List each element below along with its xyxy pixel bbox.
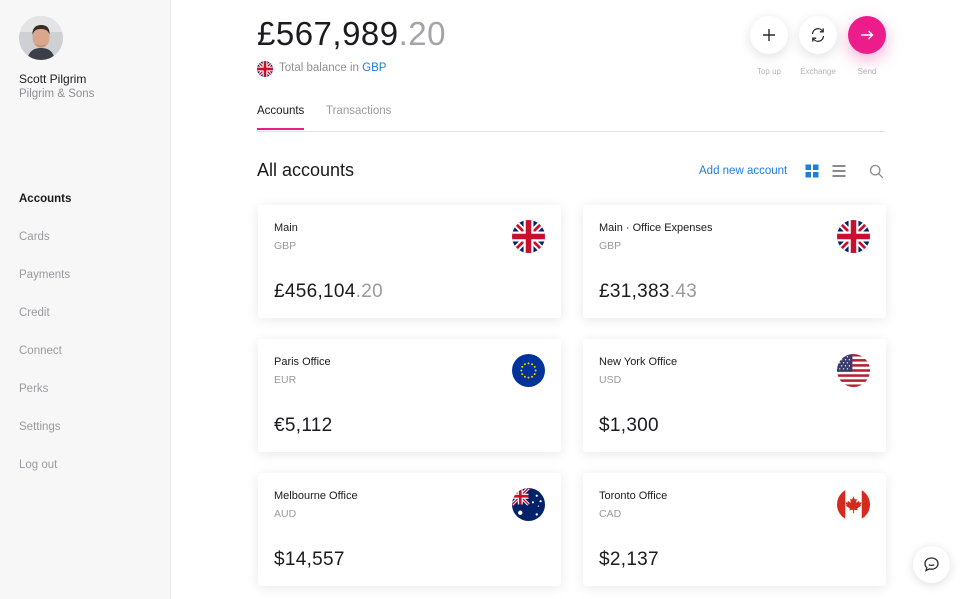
account-card-office-expenses[interactable]: Main · Office Expenses GBP £31,383.43: [583, 205, 886, 318]
us-flag-icon: [837, 354, 870, 387]
sidebar-item-perks[interactable]: Perks: [19, 382, 71, 420]
balance-label: Total balance in GBP: [279, 62, 386, 74]
user-company: Pilgrim & Sons: [19, 88, 95, 100]
tab-bar: Accounts Transactions: [257, 105, 885, 132]
section-title: All accounts: [257, 160, 355, 180]
user-name: Scott Pilgrim: [19, 72, 87, 86]
uk-flag-icon: [837, 220, 870, 253]
account-amount-decimal: .20: [355, 281, 383, 302]
sidebar-item-payments[interactable]: Payments: [19, 268, 71, 306]
total-balance: £567,989.20: [257, 15, 446, 53]
account-name: Main · Office Expenses: [599, 222, 713, 234]
balance-currency-link[interactable]: GBP: [362, 62, 386, 74]
account-card-main[interactable]: Main GBP £456,104.20: [258, 205, 561, 318]
chat-button[interactable]: [913, 546, 950, 583]
account-card-new-york[interactable]: New York Office USD $1,300: [583, 339, 886, 452]
arrow-right-icon: [861, 30, 874, 40]
ca-flag-icon: [837, 488, 870, 521]
top-up-button[interactable]: [750, 16, 788, 54]
account-name: Melbourne Office: [274, 490, 358, 502]
account-name: Toronto Office: [599, 490, 668, 502]
sidebar-item-credit[interactable]: Credit: [19, 306, 71, 344]
balance-label-text: Total balance in: [279, 62, 359, 74]
chat-bubble-icon: [924, 557, 939, 572]
search-icon: [869, 164, 884, 179]
sidebar-item-settings[interactable]: Settings: [19, 420, 71, 458]
account-amount: $2,137: [599, 549, 659, 571]
send-label: Send: [857, 67, 877, 76]
list-icon: [832, 165, 846, 177]
account-amount-main: £31,383: [599, 281, 670, 302]
account-card-toronto[interactable]: Toronto Office CAD $2,137: [583, 473, 886, 586]
account-name: Main: [274, 222, 298, 234]
grid-view-button[interactable]: [805, 164, 821, 180]
balance-decimal: .20: [398, 15, 447, 52]
account-currency: GBP: [599, 240, 622, 252]
account-name: Paris Office: [274, 356, 331, 368]
account-card-paris[interactable]: Paris Office EUR €5,112: [258, 339, 561, 452]
account-currency: EUR: [274, 374, 297, 386]
au-flag-icon: [512, 488, 545, 521]
grid-icon: [805, 164, 819, 178]
account-amount: $14,557: [274, 549, 345, 571]
sidebar-item-cards[interactable]: Cards: [19, 230, 71, 268]
tab-transactions[interactable]: Transactions: [326, 105, 391, 128]
account-currency: AUD: [274, 508, 297, 520]
account-amount: £31,383.43: [599, 281, 697, 303]
sidebar: Scott Pilgrim Pilgrim & Sons Accounts Ca…: [0, 0, 171, 599]
avatar[interactable]: [19, 16, 63, 60]
sidebar-nav: Accounts Cards Payments Credit Connect P…: [19, 192, 71, 496]
account-currency: USD: [599, 374, 622, 386]
eu-flag-icon: [512, 354, 545, 387]
account-amount-decimal: .43: [669, 281, 698, 302]
sidebar-item-accounts[interactable]: Accounts: [19, 192, 71, 230]
tab-accounts[interactable]: Accounts: [257, 105, 305, 130]
uk-flag-icon: [512, 220, 545, 253]
account-amount-main: £456,104: [274, 281, 356, 302]
account-amount: $1,300: [599, 415, 659, 437]
list-view-button[interactable]: [832, 164, 848, 180]
sidebar-item-logout[interactable]: Log out: [19, 458, 71, 496]
balance-main: £567,989: [257, 15, 399, 52]
send-button[interactable]: [848, 16, 886, 54]
refresh-icon: [811, 28, 825, 42]
account-currency: GBP: [274, 240, 297, 252]
sidebar-item-connect[interactable]: Connect: [19, 344, 71, 382]
add-new-account-link[interactable]: Add new account: [699, 165, 787, 177]
uk-flag-icon: [257, 61, 273, 77]
account-amount-main: $14,557: [274, 549, 345, 570]
search-button[interactable]: [869, 164, 885, 180]
account-amount-main: €5,112: [274, 415, 333, 436]
account-amount: £456,104.20: [274, 281, 383, 303]
account-card-melbourne[interactable]: Melbourne Office AUD $14,557: [258, 473, 561, 586]
account-amount-main: $1,300: [599, 415, 659, 436]
send-action: Send: [848, 16, 886, 76]
account-currency: CAD: [599, 508, 622, 520]
account-amount: €5,112: [274, 415, 333, 437]
account-amount-main: $2,137: [599, 549, 659, 570]
plus-icon: [763, 29, 775, 41]
exchange-button[interactable]: [799, 16, 837, 54]
account-name: New York Office: [599, 356, 678, 368]
